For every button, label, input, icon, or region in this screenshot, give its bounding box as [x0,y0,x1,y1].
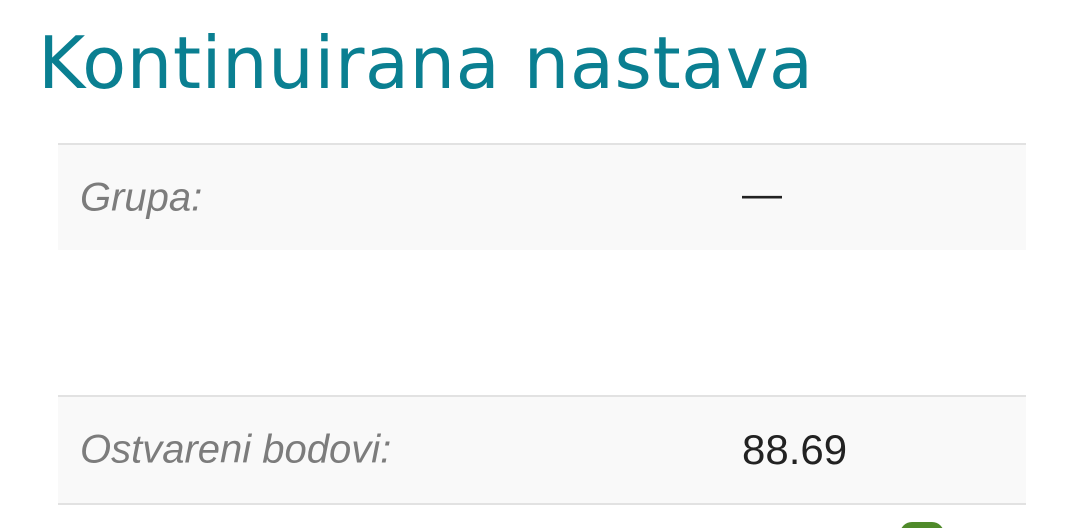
points-label: Ostvareni bodovi: [80,427,392,472]
status-badge [900,522,944,528]
page-title: Kontinuirana nastava [38,21,814,105]
group-value: — [742,172,782,217]
points-value: 88.69 [742,426,848,473]
group-label: Grupa: [80,175,203,219]
group-row: Grupa: — [58,143,1026,250]
points-row: Ostvareni bodovi: 88.69 [58,395,1026,505]
